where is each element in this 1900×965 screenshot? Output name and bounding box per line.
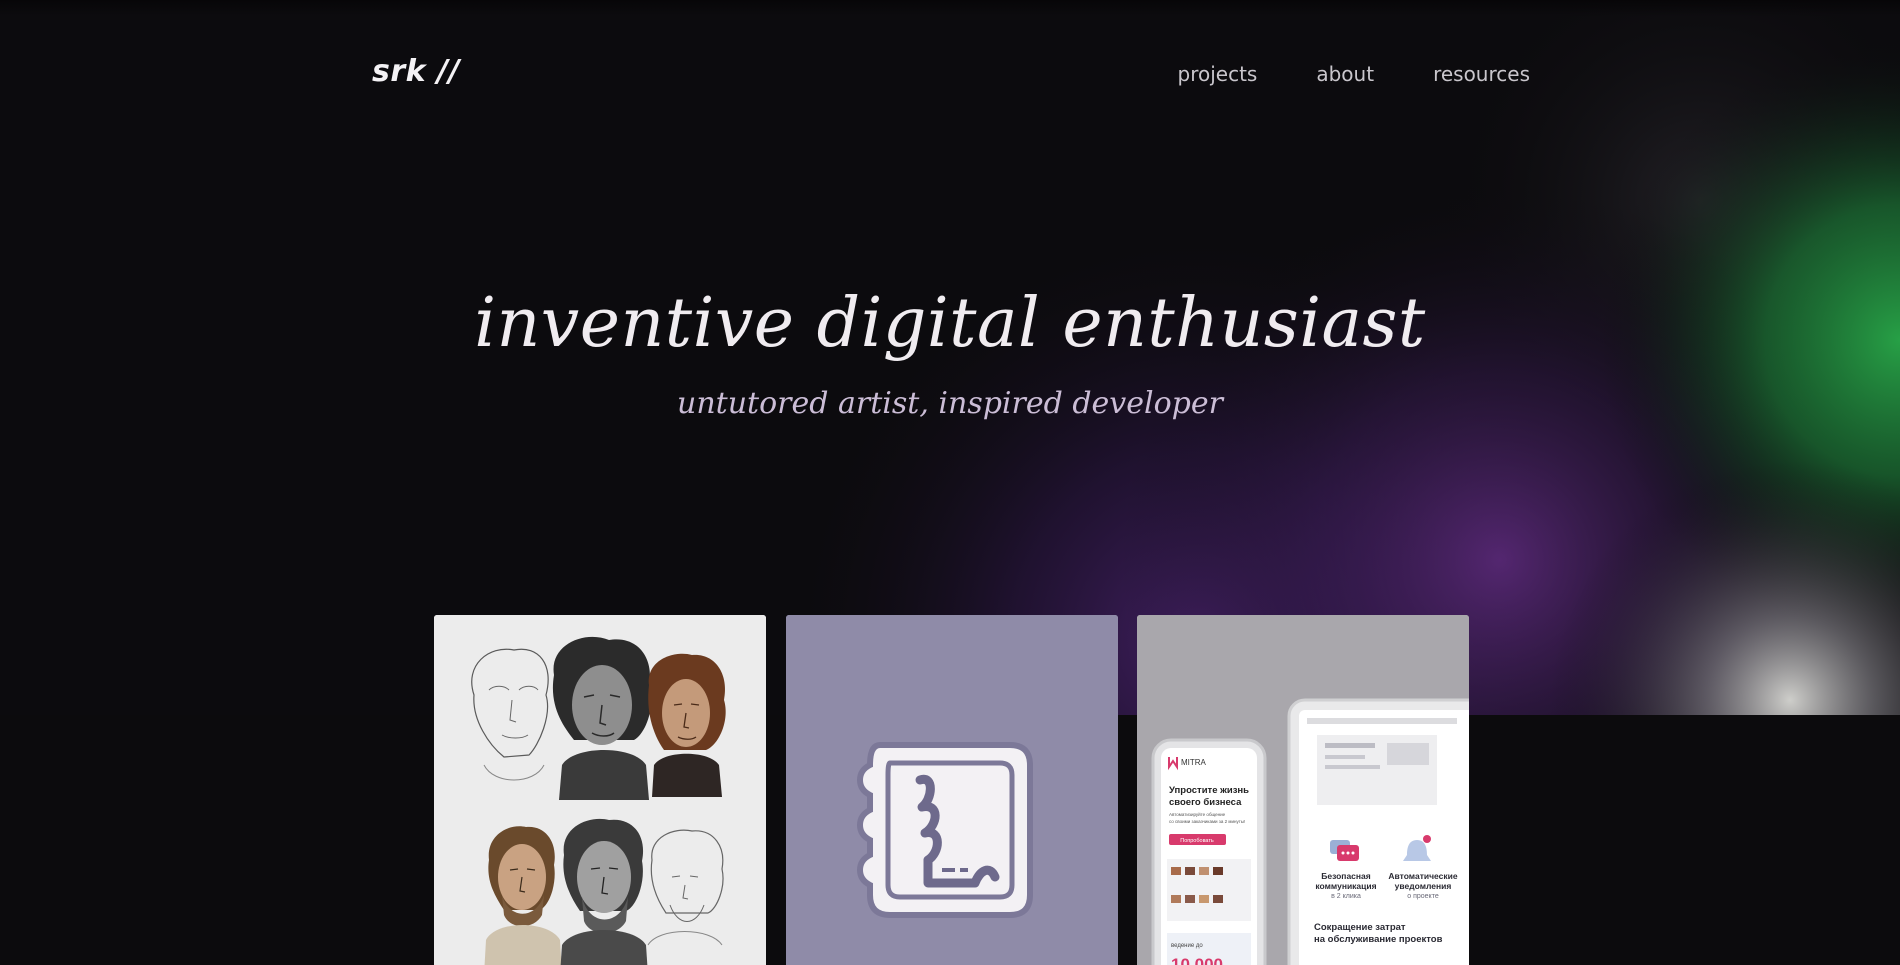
phone-headline1: Упростите жизнь — [1169, 785, 1249, 796]
project-card-portraits[interactable] — [434, 615, 766, 965]
portrait-sketch-3 — [648, 653, 726, 797]
portraits-artwork-icon — [434, 615, 766, 965]
letter-l-stamp-logo-icon — [786, 615, 1118, 965]
phone-mockup: MITRA Упростите жизнь своего бизнеса Авт… — [1151, 738, 1267, 965]
hero-title: inventive digital enthusiast — [474, 284, 1426, 363]
footer-line2: на обслуживание проектов — [1314, 934, 1443, 945]
feature1-title: Безопасная — [1321, 871, 1370, 881]
top-shade — [0, 0, 1900, 16]
footer-line1: Сокращение затрат — [1314, 922, 1406, 933]
phone-body2: со своими заказчиками за 2 минуты! — [1169, 819, 1245, 824]
phone-cta-label: Попробовать — [1180, 838, 1214, 844]
project-card-logo[interactable] — [786, 615, 1118, 965]
portrait-sketch-4 — [484, 826, 562, 965]
nav-projects[interactable]: projects — [1178, 62, 1258, 86]
logo-link[interactable]: srk // — [372, 54, 460, 89]
portrait-sketch-2 — [552, 636, 652, 800]
phone-body1: Автоматизируйте общение — [1169, 811, 1226, 817]
feature1-sub: в 2 клика — [1331, 893, 1361, 900]
app-mockup-artwork: Безопасная коммуникация в 2 клика Автома… — [1137, 615, 1469, 965]
feature2-title: Автоматические — [1388, 871, 1457, 881]
page: srk // projects about resources inventiv… — [0, 0, 1900, 965]
nav-about[interactable]: about — [1316, 62, 1374, 86]
feature2-title2: уведомления — [1395, 881, 1452, 891]
tablet-mockup: Безопасная коммуникация в 2 клика Автома… — [1287, 698, 1469, 965]
main-nav: projects about resources — [1178, 62, 1531, 86]
hero-subtitle: untutored artist, inspired developer — [677, 386, 1223, 421]
feature1-title2: коммуникация — [1315, 881, 1376, 891]
nav-resources[interactable]: resources — [1433, 62, 1530, 86]
phone-stat-label: ведение до — [1171, 943, 1203, 949]
phone-headline2: своего бизнеса — [1169, 797, 1242, 808]
project-card-app[interactable]: Безопасная коммуникация в 2 клика Автома… — [1137, 615, 1469, 965]
portrait-sketch-5 — [560, 818, 648, 965]
phone-stat-value: 10 000 — [1171, 955, 1223, 965]
feature2-sub: о проекте — [1407, 893, 1439, 900]
site-header: srk // projects about resources — [372, 52, 1530, 98]
phone-brand: MITRA — [1181, 758, 1207, 767]
